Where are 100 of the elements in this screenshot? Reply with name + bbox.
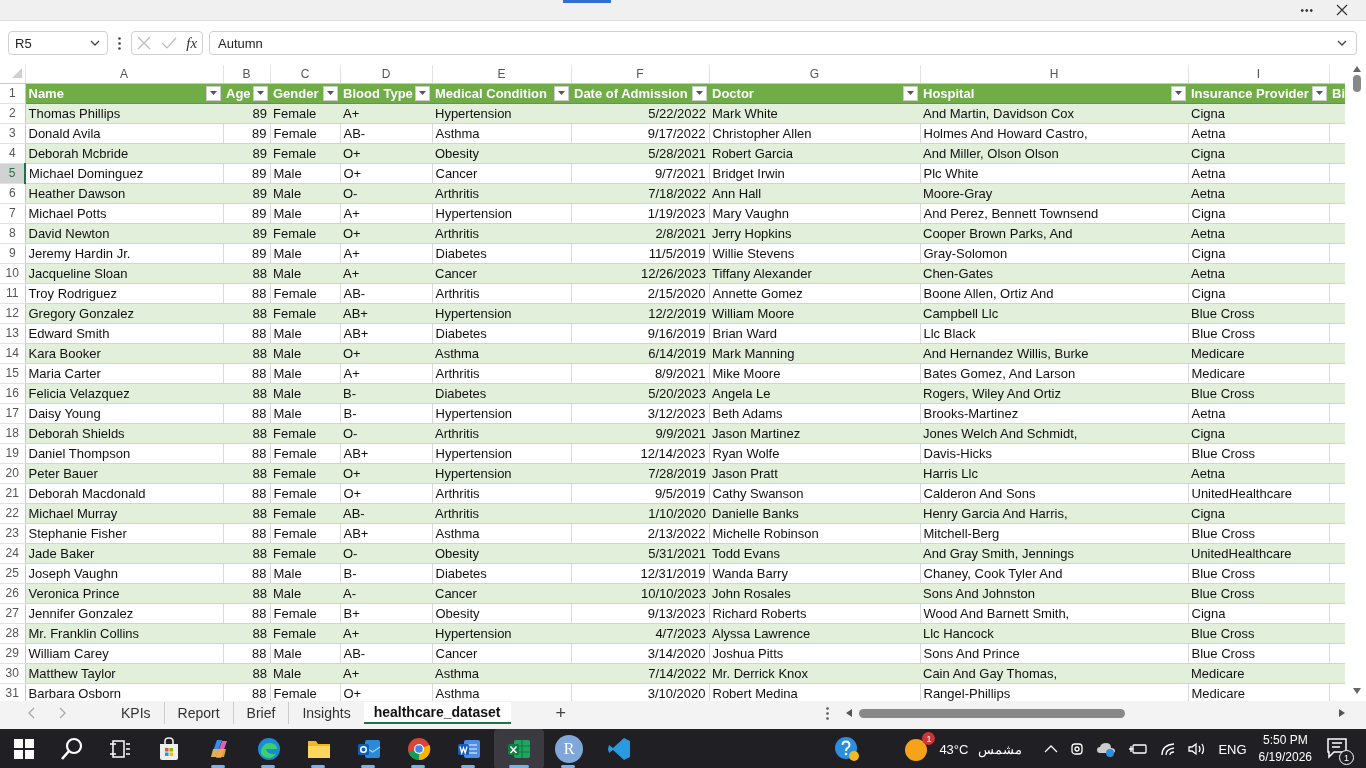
table-cell: A+	[340, 243, 432, 263]
sheet-tab[interactable]: KPIs	[108, 702, 165, 724]
wifi-icon[interactable]	[1160, 742, 1177, 756]
row-header[interactable]: 27	[0, 603, 25, 623]
scroll-left-icon[interactable]	[845, 708, 853, 718]
add-sheet-button[interactable]: +	[551, 702, 570, 724]
notification-icon[interactable]: 1	[1326, 737, 1350, 761]
clock-date[interactable]: 6/19/2026	[1258, 749, 1312, 766]
row-header[interactable]: 13	[0, 323, 25, 343]
row-header[interactable]: 29	[0, 643, 25, 663]
filter-button[interactable]	[253, 85, 268, 101]
table-cell: Danielle Banks	[709, 503, 920, 523]
sheet-tab[interactable]: Brief	[233, 702, 290, 724]
filter-button[interactable]	[323, 85, 338, 101]
row-header[interactable]: 14	[0, 343, 25, 363]
mail-app-icon[interactable]	[357, 738, 381, 760]
filter-button[interactable]	[554, 85, 569, 101]
row-header[interactable]: 19	[0, 443, 25, 463]
filter-button[interactable]	[206, 85, 221, 101]
scroll-thumb[interactable]	[859, 708, 1125, 718]
row-header[interactable]: 3	[0, 123, 25, 143]
browser-circle-icon[interactable]	[407, 737, 431, 761]
clock-time[interactable]: 5:50 PM	[1262, 732, 1308, 749]
column-header[interactable]: D	[340, 65, 432, 83]
battery-icon[interactable]	[1128, 742, 1149, 756]
row-header[interactable]: 17	[0, 403, 25, 423]
row-header[interactable]: 12	[0, 303, 25, 323]
table-cell: Michael Dominguez	[25, 163, 223, 183]
sheet-tab[interactable]: healthcare_dataset	[363, 702, 511, 724]
store-bag-icon[interactable]	[157, 737, 181, 761]
scroll-right-icon[interactable]	[1338, 708, 1346, 718]
filter-button[interactable]	[1171, 85, 1186, 101]
dropdown-arrow-icon	[327, 91, 334, 95]
row-header[interactable]: 26	[0, 583, 25, 603]
close-icon[interactable]	[1336, 4, 1348, 16]
check-icon[interactable]	[160, 36, 177, 50]
ribbon-logo-icon[interactable]	[607, 737, 631, 761]
camera-icon[interactable]	[1070, 741, 1085, 757]
weather-icon[interactable]	[905, 739, 928, 761]
row-header[interactable]: 4	[0, 143, 25, 163]
row-header[interactable]: 7	[0, 203, 25, 223]
help-icon[interactable]	[834, 736, 860, 762]
name-box[interactable]: R5	[8, 31, 108, 55]
row-header[interactable]: 24	[0, 543, 25, 563]
chevron-down-icon[interactable]	[89, 38, 101, 48]
column-header[interactable]: A	[25, 65, 223, 83]
chevron-up-icon[interactable]	[1044, 744, 1059, 754]
row-header[interactable]: 20	[0, 463, 25, 483]
column-header[interactable]: I	[1188, 65, 1329, 83]
spreadsheet-app-icon[interactable]	[507, 738, 531, 760]
row-header[interactable]: 23	[0, 523, 25, 543]
column-header[interactable]: E	[432, 65, 571, 83]
filter-button[interactable]	[903, 85, 918, 101]
search-icon[interactable]	[60, 737, 84, 761]
sheet-tab[interactable]: Report	[164, 702, 234, 724]
table-cell: AB+	[340, 523, 432, 543]
more-options-icon[interactable]	[826, 706, 829, 720]
table-cell: 12/2/2019	[571, 303, 709, 323]
row-header[interactable]: 16	[0, 383, 25, 403]
table-cell: AB+	[340, 443, 432, 463]
row-header[interactable]: 5	[0, 163, 25, 183]
task-view-icon[interactable]	[110, 740, 130, 758]
document-app-icon[interactable]	[457, 738, 481, 760]
vertical-dots-icon[interactable]	[118, 36, 121, 50]
scroll-thumb[interactable]	[1353, 75, 1361, 92]
volume-icon[interactable]	[1188, 742, 1207, 756]
row-header[interactable]: 11	[0, 283, 25, 303]
row-header[interactable]: 10	[0, 263, 25, 283]
more-button[interactable]: •••	[1300, 4, 1314, 16]
expand-icon[interactable]	[1336, 38, 1348, 48]
insert-function-button[interactable]: fx	[186, 34, 198, 52]
language-indicator[interactable]: ENG	[1218, 741, 1247, 757]
column-header[interactable]: G	[709, 65, 920, 83]
row-header[interactable]: 15	[0, 363, 25, 383]
horizontal-scrollbar[interactable]	[845, 708, 1346, 718]
row-header[interactable]: 8	[0, 223, 25, 243]
scroll-down-icon[interactable]	[1352, 687, 1362, 695]
row-header[interactable]: 9	[0, 243, 25, 263]
row-header[interactable]: 1	[0, 83, 25, 103]
folder-icon[interactable]	[307, 738, 331, 760]
row-header[interactable]: 18	[0, 423, 25, 443]
row-header[interactable]: 6	[0, 183, 25, 203]
row-header[interactable]: 30	[0, 663, 25, 683]
column-header[interactable]: F	[571, 65, 709, 83]
row-header[interactable]: 25	[0, 563, 25, 583]
filter-button[interactable]	[1312, 85, 1327, 101]
filter-button[interactable]	[692, 85, 707, 101]
windows-icon[interactable]	[14, 739, 34, 759]
filter-button[interactable]	[415, 85, 430, 101]
column-header[interactable]: C	[270, 65, 340, 83]
row-header[interactable]: 22	[0, 503, 25, 523]
scroll-up-icon[interactable]	[1352, 65, 1362, 73]
formula-field[interactable]: Autumn	[209, 31, 1357, 55]
cloud-icon[interactable]	[1096, 741, 1117, 757]
column-header[interactable]: B	[223, 65, 270, 83]
row-header[interactable]: 28	[0, 623, 25, 643]
row-header[interactable]: 21	[0, 483, 25, 503]
row-header[interactable]: 2	[0, 103, 25, 123]
wave-logo-icon[interactable]	[257, 737, 281, 761]
column-header[interactable]: H	[920, 65, 1188, 83]
